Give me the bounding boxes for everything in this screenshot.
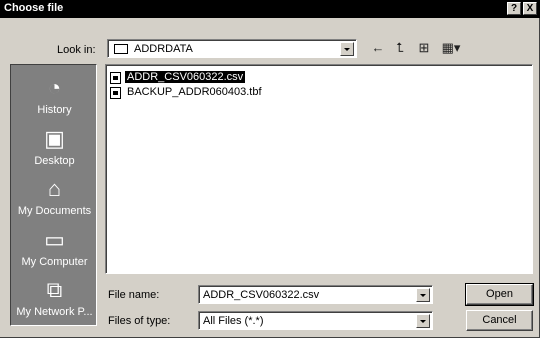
place-my-computer[interactable]: ▭ My Computer [11,227,98,268]
look-in-combo[interactable]: ADDRDATA [107,39,357,58]
place-label: Desktop [34,155,75,167]
help-button[interactable]: ? [507,2,521,15]
folder-icon [114,44,128,54]
file-list[interactable]: ADDR_CSV060322.csv BACKUP_ADDR060403.tbf [105,64,533,274]
chevron-down-icon[interactable] [416,288,430,302]
close-button[interactable]: X [523,2,537,15]
dialog-title: Choose file [4,2,64,14]
title-bar[interactable]: Choose file ? X [0,0,540,18]
file-name: ADDR_CSV060322.csv [125,71,246,83]
desktop-icon: ▣ [44,126,65,151]
place-label: My Network P... [16,306,93,318]
file-name-value: ADDR_CSV060322.csv [203,289,320,301]
places-bar: ◔ History ▣ Desktop ⌂ My Documents ▭ My … [10,64,97,326]
choose-file-dialog: Choose file ? X Look in: ADDRDATA ← ⮤ ⊞ … [0,0,540,338]
place-my-network[interactable]: ⧉ My Network P... [11,277,98,318]
network-places-icon: ⧉ [46,277,63,302]
cancel-button[interactable]: Cancel [466,310,533,331]
look-in-label: Look in: [57,44,96,56]
chevron-down-icon[interactable] [416,314,430,328]
csv-file-icon [110,72,121,84]
back-arrow-icon[interactable]: ← [368,39,388,57]
new-folder-icon[interactable]: ⊞ [414,39,434,57]
place-label: My Documents [17,205,92,217]
my-documents-icon: ⌂ [47,176,62,201]
file-type-label: Files of type: [108,315,171,327]
up-one-level-icon[interactable]: ⮤ [390,39,410,57]
place-my-documents[interactable]: ⌂ My Documents [11,176,98,217]
look-in-value: ADDRDATA [134,43,193,55]
place-desktop[interactable]: ▣ Desktop [11,126,98,167]
file-name-label: File name: [108,289,160,301]
file-type-value: All Files (*.*) [203,315,264,327]
views-menu-icon[interactable]: ▦▾ [438,39,464,57]
open-button[interactable]: Open [465,283,534,306]
file-name-combo[interactable]: ADDR_CSV060322.csv [198,285,433,304]
history-icon: ◔ [47,75,62,100]
place-label: My Computer [21,256,88,268]
my-computer-icon: ▭ [44,227,65,252]
place-history[interactable]: ◔ History [11,75,98,116]
file-name: BACKUP_ADDR060403.tbf [127,86,262,98]
chevron-down-icon[interactable] [340,42,354,56]
file-type-combo[interactable]: All Files (*.*) [198,311,433,330]
place-label: History [37,104,72,116]
document-file-icon [110,87,121,99]
